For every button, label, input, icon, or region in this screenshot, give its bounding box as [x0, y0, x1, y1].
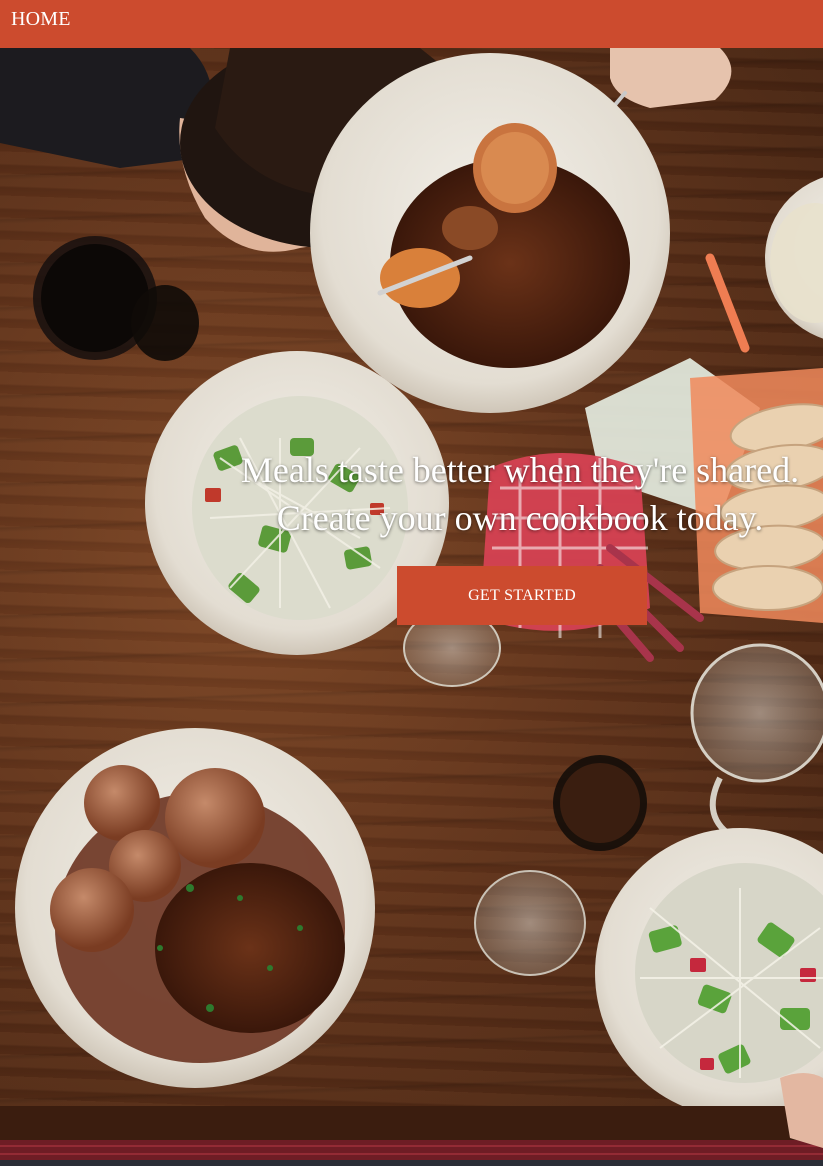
- page-bottom-edge: [0, 1160, 823, 1166]
- nav-home-link[interactable]: HOME: [11, 8, 71, 31]
- get-started-button[interactable]: GET STARTED: [397, 566, 647, 625]
- hero-headline: Meals taste better when they're shared. …: [200, 446, 823, 542]
- hero-headline-line-1: Meals taste better when they're shared.: [240, 450, 800, 490]
- water-pitcher: [690, 643, 823, 783]
- hero-headline-line-2: Create your own cookbook today.: [276, 498, 764, 538]
- landing-page: HOME Meals taste better when they're sha…: [0, 0, 823, 1166]
- top-nav-bar: HOME: [0, 0, 823, 48]
- hand-fork: [610, 48, 732, 108]
